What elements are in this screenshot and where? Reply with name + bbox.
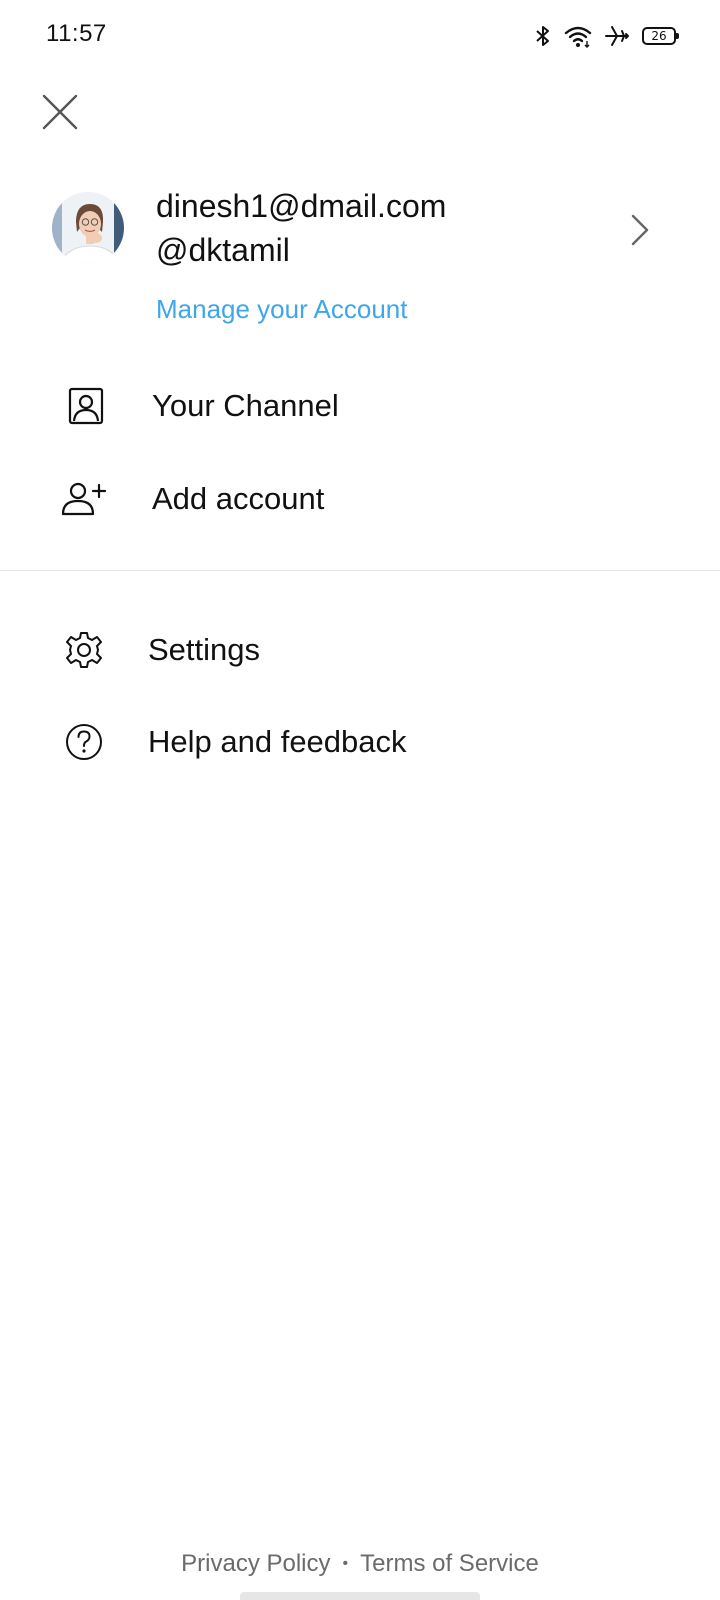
help-circle-icon	[60, 718, 108, 766]
status-bar: 11:57 26	[0, 0, 720, 72]
close-button[interactable]	[36, 88, 84, 136]
gear-icon	[60, 626, 108, 674]
person-box-icon	[62, 382, 110, 430]
terms-of-service-link[interactable]: Terms of Service	[360, 1550, 539, 1578]
chevron-right-icon[interactable]	[624, 210, 656, 250]
menu-label: Settings	[148, 632, 261, 667]
footer-separator: •	[342, 1555, 349, 1572]
avatar	[52, 192, 124, 264]
battery-level: 26	[651, 29, 667, 43]
home-indicator[interactable]	[240, 1592, 480, 1600]
bluetooth-icon	[534, 24, 552, 48]
menu-item-help-feedback[interactable]: Help and feedback	[0, 697, 720, 787]
add-person-icon	[60, 475, 108, 523]
status-time: 11:57	[46, 20, 107, 47]
wifi-icon	[564, 24, 592, 48]
menu-item-your-channel[interactable]: Your Channel	[0, 361, 720, 451]
close-icon	[42, 94, 78, 130]
divider	[0, 570, 720, 571]
airplane-mode-icon	[604, 24, 630, 48]
battery-icon: 26	[642, 27, 679, 45]
manage-account-link[interactable]: Manage your Account	[156, 294, 408, 325]
menu-label: Help and feedback	[148, 724, 407, 759]
menu-item-settings[interactable]: Settings	[0, 605, 720, 695]
status-icons: 26	[534, 22, 679, 50]
account-header[interactable]: dinesh1@dmail.com @dktamil Manage your A…	[0, 180, 720, 330]
menu-label: Your Channel	[152, 388, 339, 423]
menu-item-add-account[interactable]: Add account	[0, 454, 720, 544]
footer: Privacy Policy • Terms of Service	[0, 1550, 720, 1578]
menu-label: Add account	[152, 481, 325, 516]
account-handle: @dktamil	[156, 232, 290, 268]
privacy-policy-link[interactable]: Privacy Policy	[181, 1550, 330, 1578]
account-email: dinesh1@dmail.com	[156, 188, 447, 224]
